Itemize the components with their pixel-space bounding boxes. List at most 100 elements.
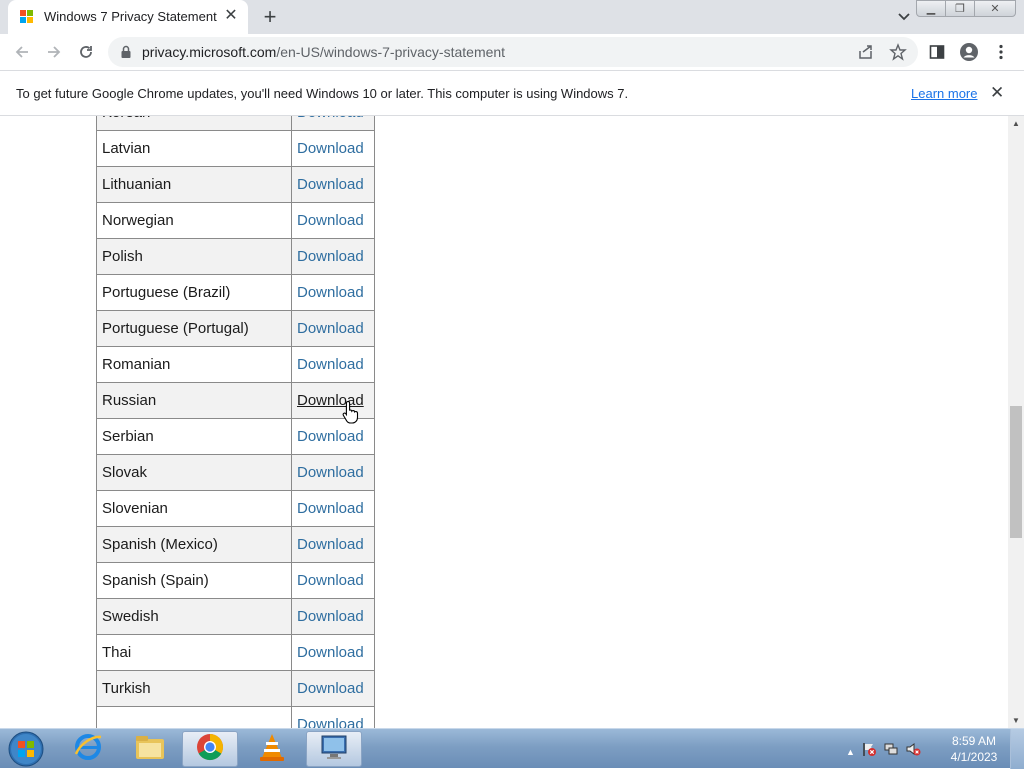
download-cell: Download — [291, 274, 375, 311]
language-cell: Polish — [96, 238, 292, 275]
download-link[interactable]: Download — [297, 716, 364, 728]
tab-close-icon[interactable]: ✕ — [220, 5, 242, 27]
back-arrow-icon[interactable] — [11, 41, 33, 63]
action-center-flag-icon[interactable] — [861, 741, 877, 762]
restore-button[interactable]: ❐ — [945, 0, 975, 17]
minimize-button[interactable]: ▁ — [916, 0, 946, 17]
download-link[interactable]: Download — [297, 248, 364, 265]
download-link[interactable]: Download — [297, 116, 364, 121]
microsoft-logo-icon — [20, 10, 34, 24]
page-scrollbar[interactable]: ▲ ▼ — [1008, 116, 1024, 728]
taskbar-internet-explorer[interactable] — [60, 731, 116, 767]
taskbar-chrome[interactable] — [182, 731, 238, 767]
download-link[interactable]: Download — [297, 464, 364, 481]
language-cell: Romanian — [96, 346, 292, 383]
taskbar-remote-desktop[interactable] — [306, 731, 362, 767]
scrollbar-thumb[interactable] — [1010, 406, 1022, 538]
table-row: Turkish Download — [96, 670, 375, 707]
download-cell: Download — [291, 382, 375, 419]
share-icon[interactable] — [855, 41, 877, 63]
window-controls: ▁ ❐ ✕ — [916, 0, 1016, 18]
table-row: Latvian Download — [96, 130, 375, 167]
language-cell: Russian — [96, 382, 292, 419]
table-row: Norwegian Download — [96, 202, 375, 239]
scroll-down-arrow-icon[interactable]: ▼ — [1012, 716, 1020, 725]
table-row: Thai Download — [96, 634, 375, 671]
lock-icon[interactable] — [120, 45, 132, 64]
download-cell: Download — [291, 238, 375, 275]
side-panel-icon[interactable] — [926, 41, 948, 63]
page-viewport: Korean Download Latvian Download Lithuanian D… — [0, 116, 1008, 728]
profile-avatar-icon[interactable] — [958, 41, 980, 63]
chrome-icon — [195, 732, 225, 767]
download-link[interactable]: Download — [297, 320, 364, 337]
language-cell: Thai — [96, 634, 292, 671]
infobar-close-icon[interactable]: ✕ — [990, 83, 1004, 103]
download-link[interactable]: Download — [297, 284, 364, 301]
table-row: Lithuanian Download — [96, 166, 375, 203]
url-text: privacy.microsoft.com/en-US/windows-7-pr… — [142, 44, 505, 60]
download-link[interactable]: Download — [297, 644, 364, 661]
language-cell: Spanish (Mexico) — [96, 526, 292, 563]
table-row: Download — [96, 706, 375, 728]
file-explorer-icon — [134, 733, 166, 766]
download-link[interactable]: Download — [297, 212, 364, 229]
download-link[interactable]: Download — [297, 536, 364, 553]
close-window-button[interactable]: ✕ — [974, 0, 1016, 17]
clock-date: 4/1/2023 — [950, 750, 998, 764]
download-cell: Download — [291, 166, 375, 203]
language-cell: Turkish — [96, 670, 292, 707]
taskbar-clock[interactable]: 8:59 AM 4/1/2023 — [944, 733, 1004, 765]
download-link[interactable]: Download — [297, 356, 364, 373]
download-link[interactable]: Download — [297, 680, 364, 697]
language-cell: Lithuanian — [96, 166, 292, 203]
download-link[interactable]: Download — [297, 428, 364, 445]
download-cell: Download — [291, 706, 375, 728]
url-domain: privacy.microsoft.com — [142, 44, 277, 60]
download-cell: Download — [291, 490, 375, 527]
download-cell: Download — [291, 116, 375, 131]
table-row: Serbian Download — [96, 418, 375, 455]
show-hidden-icons-icon[interactable]: ▲ — [846, 747, 855, 757]
forward-arrow-icon[interactable] — [43, 41, 65, 63]
language-cell: Korean — [96, 116, 292, 131]
language-cell: Swedish — [96, 598, 292, 635]
download-link[interactable]: Download — [297, 140, 364, 157]
table-row: Portuguese (Portugal) Download — [96, 310, 375, 347]
new-tab-button[interactable]: + — [258, 4, 282, 30]
clock-time: 8:59 AM — [951, 734, 997, 748]
download-link[interactable]: Download — [297, 176, 364, 193]
reload-icon[interactable] — [75, 41, 97, 63]
language-download-table: Korean Download Latvian Download Lithuanian D… — [96, 116, 375, 728]
download-cell: Download — [291, 526, 375, 563]
download-cell: Download — [291, 670, 375, 707]
download-cell: Download — [291, 634, 375, 671]
show-desktop-button[interactable] — [1010, 729, 1024, 769]
language-cell: Portuguese (Brazil) — [96, 274, 292, 311]
start-button[interactable] — [4, 730, 48, 768]
more-menu-icon[interactable] — [990, 41, 1012, 63]
tab-windows-7-privacy[interactable]: Windows 7 Privacy Statement ✕ — [8, 0, 248, 34]
bookmark-star-icon[interactable] — [887, 41, 909, 63]
tab-title: Windows 7 Privacy Statement — [44, 9, 217, 24]
tab-search-chevron-icon[interactable] — [894, 6, 914, 26]
scroll-up-arrow-icon[interactable]: ▲ — [1012, 119, 1020, 128]
table-row: Romanian Download — [96, 346, 375, 383]
infobar-message: To get future Google Chrome updates, you… — [16, 86, 629, 101]
download-link[interactable]: Download — [297, 572, 364, 589]
table-row: Spanish (Mexico) Download — [96, 526, 375, 563]
address-bar[interactable]: privacy.microsoft.com/en-US/windows-7-pr… — [108, 37, 918, 67]
language-cell: Norwegian — [96, 202, 292, 239]
tab-strip: Windows 7 Privacy Statement ✕ + ▁ ❐ ✕ — [0, 0, 1024, 34]
table-row: Polish Download — [96, 238, 375, 275]
volume-muted-icon[interactable] — [905, 741, 921, 762]
taskbar-file-explorer[interactable] — [122, 731, 178, 767]
network-icon[interactable] — [883, 741, 899, 762]
table-row: Slovak Download — [96, 454, 375, 491]
learn-more-link[interactable]: Learn more — [911, 86, 977, 101]
taskbar-vlc[interactable] — [244, 731, 300, 767]
download-link[interactable]: Download — [297, 608, 364, 625]
download-cell: Download — [291, 346, 375, 383]
language-cell: Latvian — [96, 130, 292, 167]
download-link[interactable]: Download — [297, 500, 364, 517]
